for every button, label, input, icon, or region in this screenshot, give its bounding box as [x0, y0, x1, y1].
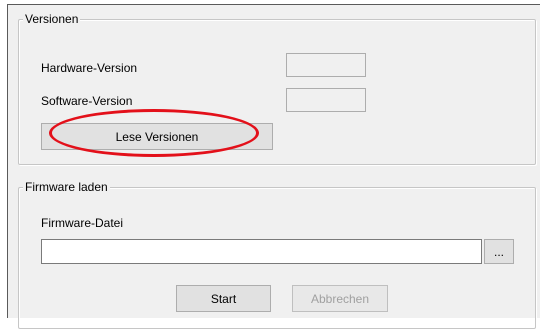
software-version-field	[286, 88, 366, 112]
cancel-button: Abbrechen	[292, 285, 388, 312]
versions-group-title: Versionen	[23, 12, 81, 26]
firmware-group-title: Firmware laden	[23, 180, 110, 194]
firmware-file-input[interactable]	[41, 239, 482, 264]
software-version-label: Software-Version	[41, 94, 133, 108]
hardware-version-label: Hardware-Version	[41, 61, 138, 75]
read-versions-button[interactable]: Lese Versionen	[41, 123, 273, 150]
start-button[interactable]: Start	[176, 285, 271, 312]
browse-button[interactable]: ...	[484, 239, 514, 264]
hardware-version-field	[286, 53, 366, 77]
firmware-file-label: Firmware-Datei	[41, 216, 124, 230]
dialog-window: Versionen Hardware-Version Software-Vers…	[7, 4, 540, 329]
